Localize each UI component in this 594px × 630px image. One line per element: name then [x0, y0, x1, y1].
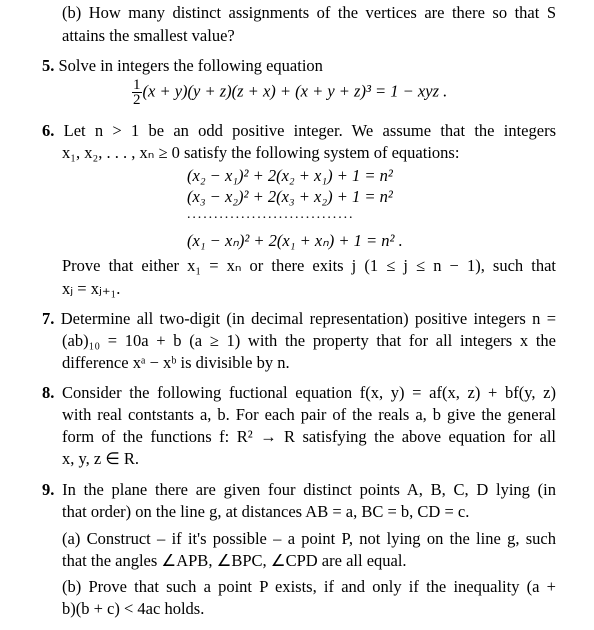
problem-6-line-3: Prove that either x₁ = xₙ or there exits…	[62, 256, 556, 276]
problem-6-line-1: 6. Let n > 1 be an odd positive integer.…	[42, 121, 556, 141]
problem-number: 6.	[42, 121, 55, 140]
problem-7-line-2: (ab)₁₀ = 10a + b (a ≥ 1) with the proper…	[62, 331, 556, 351]
problem-8-line-1: 8. Consider the following fuctional equa…	[42, 383, 556, 403]
problem-number: 8.	[42, 383, 55, 402]
text-span: 7. Determine all two-digit (in decimal r…	[42, 309, 556, 329]
text-span: 9. In the plane there are given four dis…	[42, 480, 556, 500]
text-span: Prove that either x₁ = xₙ or there exits…	[62, 256, 556, 275]
problem-9b-line-2: b)(b + c) < 4ac holds.	[62, 599, 205, 618]
problem-6-line-2: x₁, x₂, . . . , xₙ ≥ 0 satisfy the follo…	[62, 143, 460, 162]
text-span: (a) Construct – if it's possible – a poi…	[62, 529, 556, 548]
problem-8-line-3: form of the functions f: R² → R satisfyi…	[62, 427, 556, 447]
text-span: (ab)₁₀ = 10a + b (a ≥ 1) with the proper…	[62, 331, 556, 350]
problem-9-line-2: that order) on the line g, at distances …	[62, 502, 470, 521]
problem-4b-line-2: attains the smallest value?	[62, 26, 235, 45]
text-span: 8. Consider the following fuctional equa…	[42, 383, 556, 403]
problem-8-line-2: with real contstants a, b. For each pair…	[62, 405, 556, 425]
problem-7-line-3: difference xᵃ − xᵇ is divisible by n.	[62, 353, 290, 372]
fraction-denominator: 2	[133, 92, 141, 108]
problem-4b-line-1: (b) How many distinct assignments of the…	[62, 3, 556, 23]
text-span: 6. Let n > 1 be an odd positive integer.…	[42, 121, 556, 141]
problem-5-equation: 1 2 (x + y)(y + z)(z + x) + (x + y + z)³…	[132, 77, 448, 108]
problem-6-equation-1: (x₂ − x₁)² + 2(x₂ + x₁) + 1 = n²	[187, 166, 393, 185]
problem-text: Determine all two-digit (in decimal repr…	[60, 309, 557, 328]
problem-5-statement: 5. Solve in integers the following equat…	[42, 56, 323, 76]
problem-number: 9.	[42, 480, 55, 499]
problem-text: Solve in integers the following equation	[58, 56, 323, 75]
problem-9a-line-2: that the angles ∠APB, ∠BPC, ∠CPD are all…	[62, 551, 407, 570]
problem-6-line-4: xⱼ = xⱼ₊₁.	[62, 279, 121, 298]
problem-number: 7.	[42, 309, 55, 328]
problem-9b-line-1: (b) Prove that such a point P exists, if…	[62, 577, 556, 597]
problem-6-ellipsis-row: ...............................	[187, 207, 355, 222]
text-span: form of the functions f: R² → R satisfyi…	[62, 427, 556, 446]
fraction-one-half: 1 2	[132, 77, 142, 108]
problem-9a-line-1: (a) Construct – if it's possible – a poi…	[62, 529, 556, 549]
problem-6-equation-2: (x₃ − x₂)² + 2(x₃ + x₂) + 1 = n²	[187, 187, 393, 206]
problem-6-equation-3: (x₁ − xₙ)² + 2(x₁ + xₙ) + 1 = n² .	[187, 231, 403, 250]
problem-number: 5.	[42, 56, 55, 75]
problem-7-line-1: 7. Determine all two-digit (in decimal r…	[42, 309, 556, 329]
fraction-numerator: 1	[132, 77, 142, 93]
text-span: (b) Prove that such a point P exists, if…	[62, 577, 556, 596]
equation-body: (x + y)(y + z)(z + x) + (x + y + z)³ = 1…	[142, 81, 448, 101]
problem-text: Let n > 1 be an odd positive integer. We…	[63, 121, 556, 140]
problem-8-line-4: x, y, z ∈ R.	[62, 449, 140, 468]
text-span: (b) How many distinct assignments of the…	[62, 3, 556, 22]
problem-9-line-1: 9. In the plane there are given four dis…	[42, 480, 556, 500]
problem-text: In the plane there are given four distin…	[62, 480, 556, 499]
problem-text: Consider the following fuctional equatio…	[62, 383, 556, 402]
text-span: with real contstants a, b. For each pair…	[62, 405, 556, 424]
